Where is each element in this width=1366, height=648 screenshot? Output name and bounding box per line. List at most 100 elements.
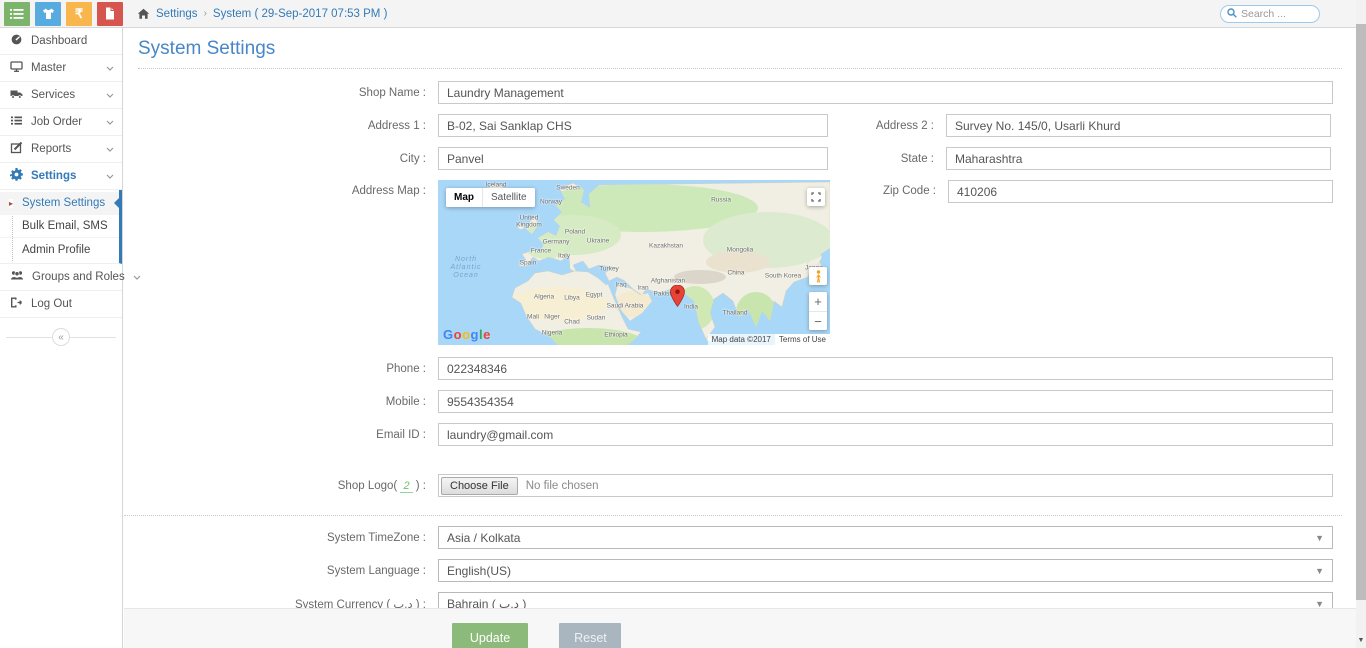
- scroll-down-arrow[interactable]: ▼: [1356, 637, 1366, 644]
- sidebar-collapse-strip: «: [0, 324, 122, 350]
- map-label: Ethiopia: [604, 331, 628, 338]
- reset-button[interactable]: Reset: [559, 623, 621, 648]
- map-view-button[interactable]: Map: [446, 188, 482, 207]
- map-label: Algeria: [534, 293, 554, 300]
- map-label: Iran: [637, 284, 648, 291]
- update-button[interactable]: Update: [452, 623, 528, 648]
- zip-input[interactable]: [948, 180, 1333, 203]
- rupee-icon: ₹: [75, 7, 83, 20]
- address2-input[interactable]: [946, 114, 1331, 137]
- list-icon: [10, 8, 24, 20]
- sidebar-item-reports[interactable]: Reports: [0, 136, 122, 163]
- shop-name-row: Shop Name :: [124, 81, 1356, 104]
- chevron-down-icon: [106, 89, 114, 101]
- satellite-view-button[interactable]: Satellite: [482, 188, 535, 207]
- state-input[interactable]: [946, 147, 1331, 170]
- breadcrumb-separator: ›: [204, 8, 207, 19]
- map-zoom-control: + −: [809, 292, 827, 330]
- language-select[interactable]: English(US)▼: [438, 559, 1333, 582]
- breadcrumb-current-page[interactable]: System ( 29-Sep-2017 07:53 PM ): [213, 8, 388, 20]
- sidebar-item-services[interactable]: Services: [0, 82, 122, 109]
- chevron-down-icon: [106, 170, 114, 182]
- breadcrumb-settings-link[interactable]: Settings: [156, 8, 198, 20]
- sidebar-item-label: Dashboard: [31, 35, 114, 47]
- chevron-down-icon: [133, 271, 141, 283]
- map-label: Egypt: [586, 291, 603, 298]
- email-row: Email ID :: [124, 423, 1356, 446]
- main-content: System Settings Shop Name : Address 1 : …: [124, 28, 1356, 648]
- submenu-item-system-settings[interactable]: ▸ System Settings: [0, 192, 119, 215]
- sidebar-item-label: Job Order: [31, 116, 98, 128]
- users-icon: [10, 269, 24, 285]
- address1-input[interactable]: [438, 114, 828, 137]
- sidebar-item-groups-and-roles[interactable]: Groups and Roles: [0, 264, 122, 291]
- sidebar-item-log-out[interactable]: Log Out: [0, 291, 122, 318]
- laundry-button[interactable]: [35, 2, 61, 26]
- map-label: Libya: [564, 294, 580, 301]
- monitor-icon: [10, 60, 23, 76]
- state-label: State :: [828, 153, 942, 165]
- terms-of-use-link[interactable]: Terms of Use: [775, 334, 830, 345]
- map-label: Afghanistan: [651, 277, 685, 284]
- payments-button[interactable]: ₹: [66, 2, 92, 26]
- search-input[interactable]: [1241, 8, 1311, 20]
- shop-logo-thumbnail: 2: [400, 480, 412, 493]
- map-label: Italy: [558, 252, 570, 259]
- shop-logo-label: Shop Logo( 2 ) :: [124, 480, 434, 492]
- title-divider: [138, 68, 1342, 69]
- mobile-label: Mobile :: [124, 396, 434, 408]
- address-map-label: Address Map :: [124, 180, 434, 197]
- topbar-shortcuts: ₹: [0, 2, 123, 26]
- chevron-down-icon: ▼: [1315, 599, 1324, 609]
- menu-button[interactable]: [4, 2, 30, 26]
- sidebar-item-master[interactable]: Master: [0, 55, 122, 82]
- map-marker-pin[interactable]: [670, 285, 685, 312]
- city-input[interactable]: [438, 147, 828, 170]
- map-attribution: Map data ©2017 Terms of Use: [708, 334, 830, 345]
- sidebar-item-label: Groups and Roles: [32, 271, 125, 283]
- mobile-row: Mobile :: [124, 390, 1356, 413]
- sidebar-item-dashboard[interactable]: Dashboard: [0, 28, 122, 55]
- submenu-item-bulk-email-sms[interactable]: Bulk Email, SMS: [0, 215, 119, 238]
- map-label: Chad: [564, 318, 580, 325]
- sidebar-item-settings[interactable]: Settings: [0, 163, 122, 190]
- shop-name-input[interactable]: [438, 81, 1333, 104]
- map-label: North Atlantic Ocean: [451, 256, 482, 280]
- map-label: Norway: [540, 198, 562, 205]
- documents-button[interactable]: [97, 2, 123, 26]
- scrollbar-thumb[interactable]: [1356, 24, 1366, 600]
- email-input[interactable]: [438, 423, 1333, 446]
- city-label: City :: [124, 153, 434, 165]
- pegman-icon[interactable]: [809, 267, 827, 285]
- choose-file-button[interactable]: Choose File: [441, 477, 518, 495]
- submenu-item-admin-profile[interactable]: Admin Profile: [0, 238, 119, 261]
- home-icon: [137, 8, 150, 20]
- mobile-input[interactable]: [438, 390, 1333, 413]
- sidebar-item-label: Services: [31, 89, 98, 101]
- chevron-down-icon: [106, 62, 114, 74]
- top-bar: ₹ Settings › System ( 29-Sep-2017 07:53 …: [0, 0, 1356, 28]
- vertical-scrollbar: ▼: [1356, 0, 1366, 648]
- gear-icon: [10, 168, 23, 184]
- zoom-out-button[interactable]: −: [809, 311, 827, 330]
- phone-input[interactable]: [438, 357, 1333, 380]
- timezone-select[interactable]: Asia / Kolkata▼: [438, 526, 1333, 549]
- sidebar-item-job-order[interactable]: Job Order: [0, 109, 122, 136]
- map-label: Ukraine: [587, 237, 609, 244]
- sidebar: Dashboard Master Services Job Order Repo…: [0, 28, 123, 648]
- section-divider: [124, 515, 1342, 516]
- google-map[interactable]: IcelandSwedenNorwayRussiaUnited KingdomP…: [438, 180, 830, 345]
- fullscreen-icon[interactable]: [807, 188, 825, 206]
- map-label: United Kingdom: [516, 215, 542, 230]
- map-label: Spain: [520, 259, 537, 266]
- logout-icon: [10, 296, 23, 312]
- submenu-item-label: Admin Profile: [22, 244, 90, 256]
- map-label: Thailand: [723, 309, 748, 316]
- file-icon: [104, 7, 116, 20]
- system-settings-form: Shop Name : Address 1 : Address 2 : City…: [124, 81, 1356, 615]
- sidebar-collapse-button[interactable]: «: [52, 328, 70, 346]
- shop-logo-row: Shop Logo( 2 ) : Choose File No file cho…: [124, 474, 1356, 497]
- shop-logo-file-field: Choose File No file chosen: [438, 474, 1333, 497]
- zoom-in-button[interactable]: +: [809, 292, 827, 311]
- chevron-down-icon: ▼: [1315, 566, 1324, 576]
